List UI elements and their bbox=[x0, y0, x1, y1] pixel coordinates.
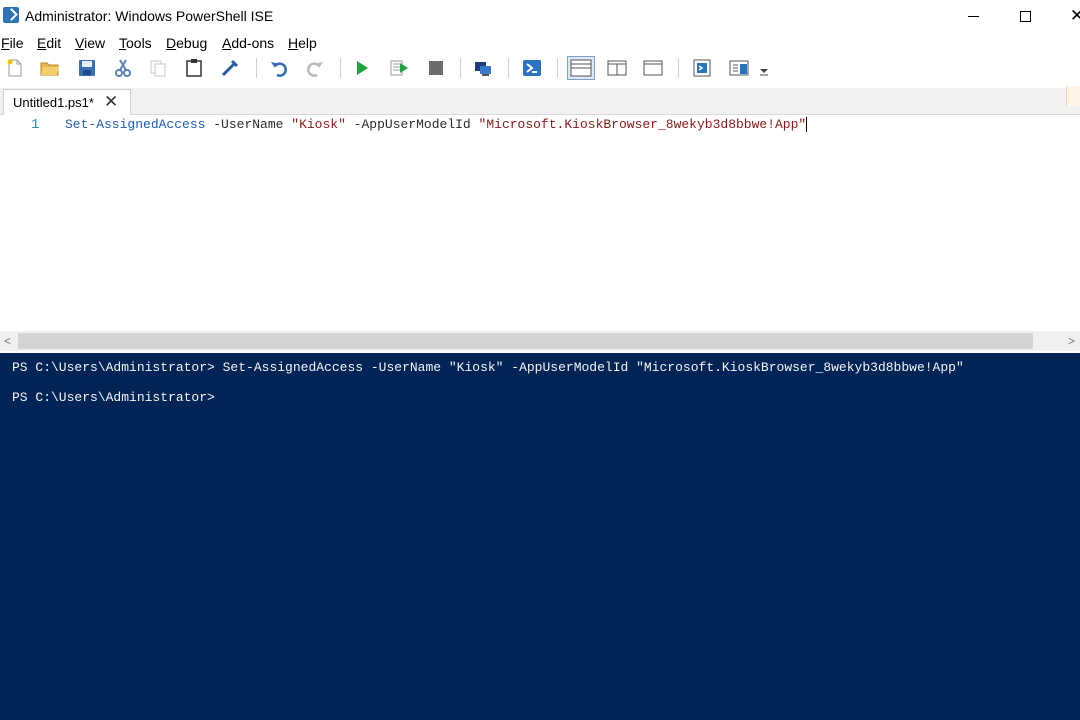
menu-file-mnemonic: F bbox=[1, 35, 10, 51]
menu-help-label: elp bbox=[298, 35, 317, 51]
code-line[interactable]: Set-AssignedAccess -UserName "Kiosk" -Ap… bbox=[65, 117, 808, 133]
toolbar-separator bbox=[678, 58, 679, 78]
title-bar: Administrator: Windows PowerShell ISE ✕ bbox=[0, 0, 1080, 32]
toolbar-separator bbox=[256, 58, 257, 78]
menu-add-ons[interactable]: Add-ons bbox=[222, 35, 274, 51]
menu-tools-label: ools bbox=[126, 35, 152, 51]
stop-icon[interactable] bbox=[426, 58, 446, 78]
editor-horizontal-scrollbar[interactable]: < > bbox=[0, 331, 1080, 351]
show-command-addon-icon[interactable] bbox=[729, 58, 749, 78]
toolbar-overflow-icon[interactable] bbox=[757, 64, 771, 84]
scroll-thumb[interactable] bbox=[18, 333, 1033, 349]
console-prompt-line[interactable]: PS C:\Users\Administrator> bbox=[12, 390, 215, 405]
script-top-layout-icon[interactable] bbox=[567, 56, 595, 80]
close-button[interactable]: ✕ bbox=[1054, 0, 1080, 32]
tab-untitled1[interactable]: Untitled1.ps1* ✕ bbox=[3, 89, 131, 116]
powershell-ise-icon bbox=[3, 7, 19, 23]
tab-label: Untitled1.ps1* bbox=[13, 95, 94, 110]
menu-view-mnemonic: V bbox=[75, 35, 85, 51]
window-title: Administrator: Windows PowerShell ISE bbox=[25, 8, 274, 24]
menu-file-label: ile bbox=[9, 35, 24, 51]
toolbar-separator bbox=[340, 58, 341, 78]
menu-view[interactable]: View bbox=[75, 35, 105, 51]
parameter-token: -UserName bbox=[213, 117, 284, 132]
clear-console-icon[interactable] bbox=[220, 58, 240, 78]
menu-tools[interactable]: Tools bbox=[119, 35, 152, 51]
menu-debug-label: ebug bbox=[176, 35, 208, 51]
toolbar bbox=[0, 54, 1080, 82]
menu-tools-mnemonic: T bbox=[119, 35, 126, 51]
menu-debug-mnemonic: D bbox=[166, 35, 177, 51]
maximize-button[interactable] bbox=[1002, 0, 1048, 32]
scroll-left-arrow[interactable]: < bbox=[4, 334, 11, 348]
redo-icon[interactable] bbox=[305, 58, 325, 78]
cut-icon[interactable] bbox=[113, 58, 133, 78]
script-right-layout-icon[interactable] bbox=[607, 58, 627, 78]
menu-bar: File Edit View Tools Debug Add-ons Help bbox=[0, 33, 1080, 53]
menu-debug[interactable]: Debug bbox=[166, 35, 207, 51]
scroll-right-arrow[interactable]: > bbox=[1068, 334, 1075, 348]
script-pane-toggle[interactable] bbox=[1066, 86, 1080, 106]
menu-edit-label: dit bbox=[46, 35, 62, 51]
open-folder-icon[interactable] bbox=[40, 58, 60, 78]
script-maximized-layout-icon[interactable] bbox=[643, 58, 663, 78]
script-editor[interactable]: 1 Set-AssignedAccess -UserName "Kiosk" -… bbox=[0, 115, 1080, 330]
line-number: 1 bbox=[31, 117, 40, 133]
parameter-token: -AppUserModelId bbox=[353, 117, 471, 132]
toolbar-separator bbox=[508, 58, 509, 78]
show-commands-icon[interactable] bbox=[692, 58, 712, 78]
toolbar-separator bbox=[557, 58, 558, 78]
undo-icon[interactable] bbox=[269, 58, 289, 78]
minimize-button[interactable] bbox=[950, 0, 996, 32]
menu-view-label: iew bbox=[84, 35, 106, 51]
start-powershell-icon[interactable] bbox=[522, 58, 542, 78]
copy-icon[interactable] bbox=[148, 58, 168, 78]
toolbar-separator bbox=[460, 58, 461, 78]
run-selection-icon[interactable] bbox=[389, 58, 409, 78]
menu-file[interactable]: File bbox=[1, 35, 24, 51]
tab-close-icon[interactable]: ✕ bbox=[104, 92, 118, 112]
text-caret bbox=[806, 117, 808, 133]
menu-edit-mnemonic: E bbox=[37, 35, 47, 51]
menu-help[interactable]: Help bbox=[288, 35, 317, 51]
maximize-icon bbox=[1019, 10, 1031, 22]
run-icon[interactable] bbox=[352, 58, 372, 78]
script-tab-strip bbox=[0, 88, 1080, 115]
save-icon[interactable] bbox=[77, 58, 97, 78]
minimize-icon bbox=[967, 15, 979, 17]
string-token: "Kiosk" bbox=[291, 117, 346, 132]
string-token: "Microsoft.KioskBrowser_8wekyb3d8bbwe!Ap… bbox=[478, 117, 807, 132]
remote-tab-icon[interactable] bbox=[473, 58, 493, 78]
menu-add-ons-mnemonic: A bbox=[222, 35, 232, 51]
cmdlet-token: Set-AssignedAccess bbox=[65, 117, 206, 132]
menu-edit[interactable]: Edit bbox=[37, 35, 61, 51]
menu-add-ons-label: dd-ons bbox=[231, 35, 275, 51]
menu-help-mnemonic: H bbox=[288, 35, 299, 51]
console-output-line: PS C:\Users\Administrator> Set-AssignedA… bbox=[12, 360, 964, 375]
console-pane[interactable]: PS C:\Users\Administrator> Set-AssignedA… bbox=[0, 353, 1080, 720]
paste-icon[interactable] bbox=[184, 58, 204, 78]
new-file-icon[interactable] bbox=[5, 58, 25, 78]
